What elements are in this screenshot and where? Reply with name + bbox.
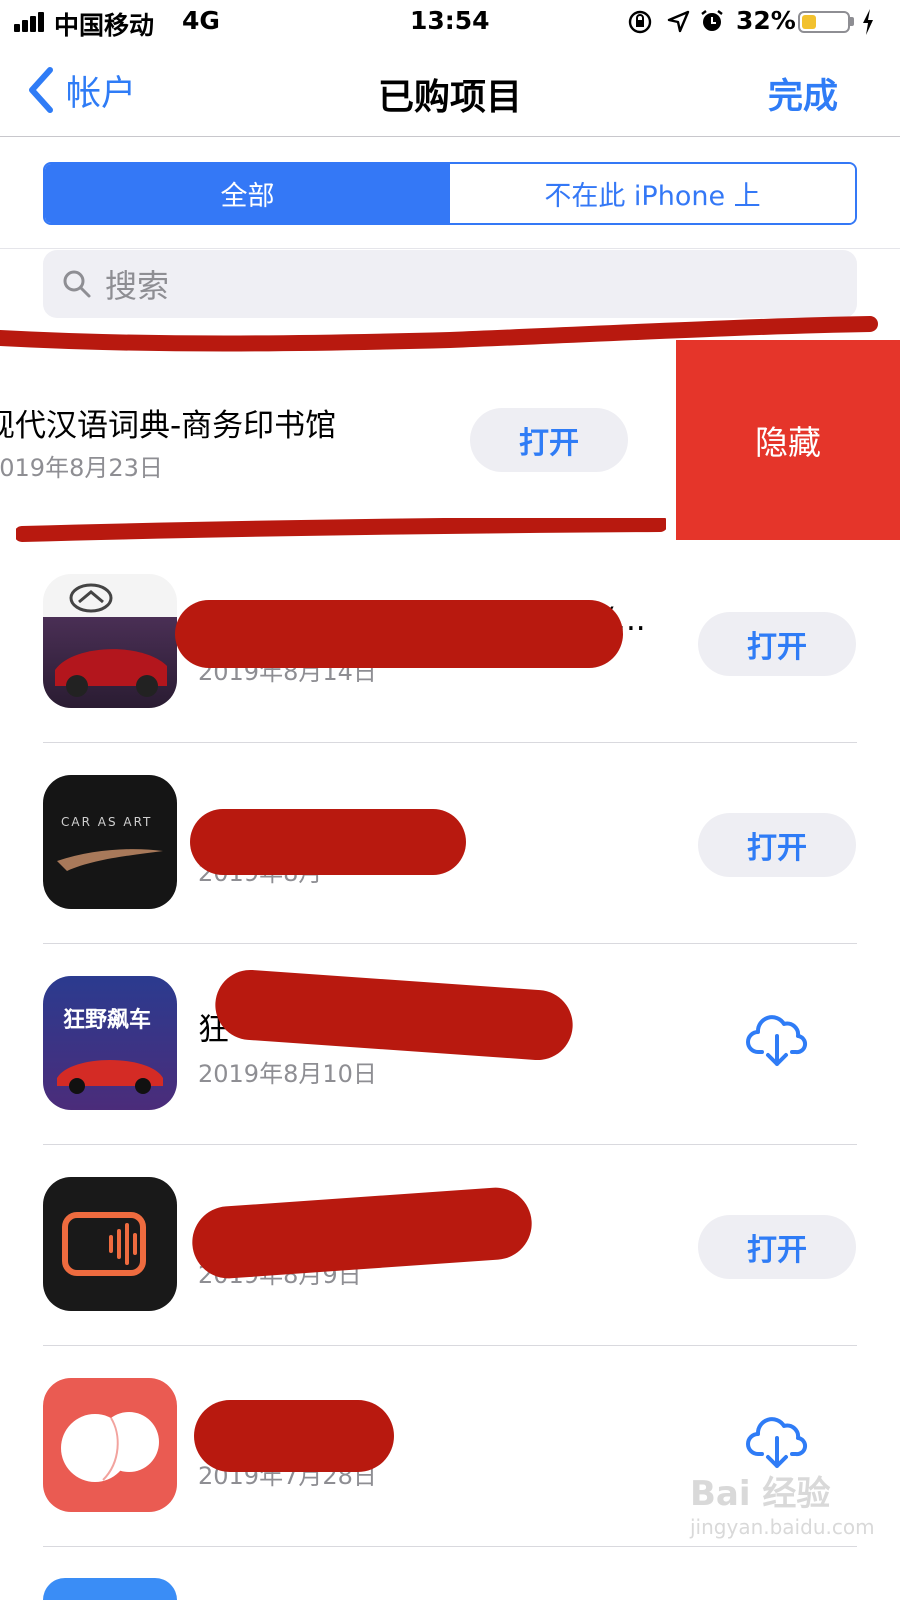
app-icon xyxy=(43,574,177,708)
open-button[interactable]: 打开 xyxy=(698,1215,856,1279)
clock: 13:54 xyxy=(410,6,490,35)
redaction-mark xyxy=(175,600,623,668)
battery-icon xyxy=(798,11,850,33)
battery-percent: 32% xyxy=(736,6,796,35)
car-logo-icon xyxy=(55,583,167,697)
open-button[interactable]: 打开 xyxy=(698,612,856,676)
swiped-row-open-button[interactable]: 打开 xyxy=(470,408,628,472)
search-input[interactable]: 搜索 xyxy=(43,250,857,318)
charging-icon xyxy=(863,9,873,35)
watermark-brand: Bai 经验 xyxy=(690,1474,831,1514)
app-icon: CAR AS ART xyxy=(43,775,177,909)
app-icon: 狂野飙车 xyxy=(43,976,177,1110)
swiped-row-title: 现代汉语词典-商务印书馆 xyxy=(0,408,337,444)
segment-not-on-device[interactable]: 不在此 iPhone 上 xyxy=(450,164,855,223)
orientation-lock-icon xyxy=(628,10,652,34)
redaction-mark xyxy=(212,967,576,1063)
carrier-label: 中国移动 xyxy=(54,11,155,40)
swoosh-icon xyxy=(57,849,163,871)
search-placeholder: 搜索 xyxy=(105,267,170,305)
page-title: 已购项目 xyxy=(377,77,522,118)
alarm-icon xyxy=(701,10,723,31)
app-icon-text: 狂野飙车 xyxy=(63,1008,152,1033)
app-icon xyxy=(43,1578,177,1600)
app-icon xyxy=(43,1378,177,1512)
open-button[interactable]: 打开 xyxy=(698,813,856,877)
race-car-icon xyxy=(57,1060,163,1094)
search-icon xyxy=(63,270,91,298)
nav-divider xyxy=(0,136,900,137)
row-date: 2019年8月10日 xyxy=(198,1060,377,1088)
list-item[interactable]: 狂野飙车 狂 2019年8月10日 xyxy=(0,944,900,1144)
segmented-control: 全部 不在此 iPhone 上 xyxy=(43,162,857,225)
location-icon xyxy=(667,10,690,33)
watermark: Bai 经验 jingyan.baidu.com xyxy=(690,1466,875,1539)
network-label: 4G xyxy=(182,6,220,35)
segment-divider xyxy=(0,248,900,249)
battery-cap xyxy=(850,17,854,26)
video-audio-icon xyxy=(62,1212,146,1276)
list-item[interactable]: (... 2019年8月14日 打开 xyxy=(0,542,900,742)
navigation-bar: 帐户 已购项目 完成 xyxy=(0,44,900,136)
list-item[interactable]: 2019年8月9日 打开 xyxy=(0,1145,900,1345)
redaction-mark xyxy=(190,809,466,875)
list-item[interactable]: CAR AS ART 2019年8月 打开 xyxy=(0,743,900,943)
redaction-mark xyxy=(189,1185,535,1281)
segment-all[interactable]: 全部 xyxy=(45,164,450,223)
app-icon xyxy=(43,1177,177,1311)
bubble-logo-icon xyxy=(61,1412,159,1482)
app-icon-text: CAR AS ART xyxy=(61,815,153,829)
row-separator xyxy=(43,1546,857,1547)
signal-icon xyxy=(14,12,46,32)
battery-fill xyxy=(802,15,816,29)
cloud-download-icon[interactable] xyxy=(746,1012,808,1068)
status-bar: 中国移动 4G 13:54 32% xyxy=(0,0,900,44)
swiped-row-date: 2019年8月23日 xyxy=(0,454,163,482)
done-button[interactable]: 完成 xyxy=(768,68,838,119)
redaction-mark xyxy=(194,1400,394,1472)
watermark-url: jingyan.baidu.com xyxy=(690,1515,875,1539)
hide-button[interactable]: 隐藏 xyxy=(676,340,900,540)
cloud-download-icon[interactable] xyxy=(746,1414,808,1470)
